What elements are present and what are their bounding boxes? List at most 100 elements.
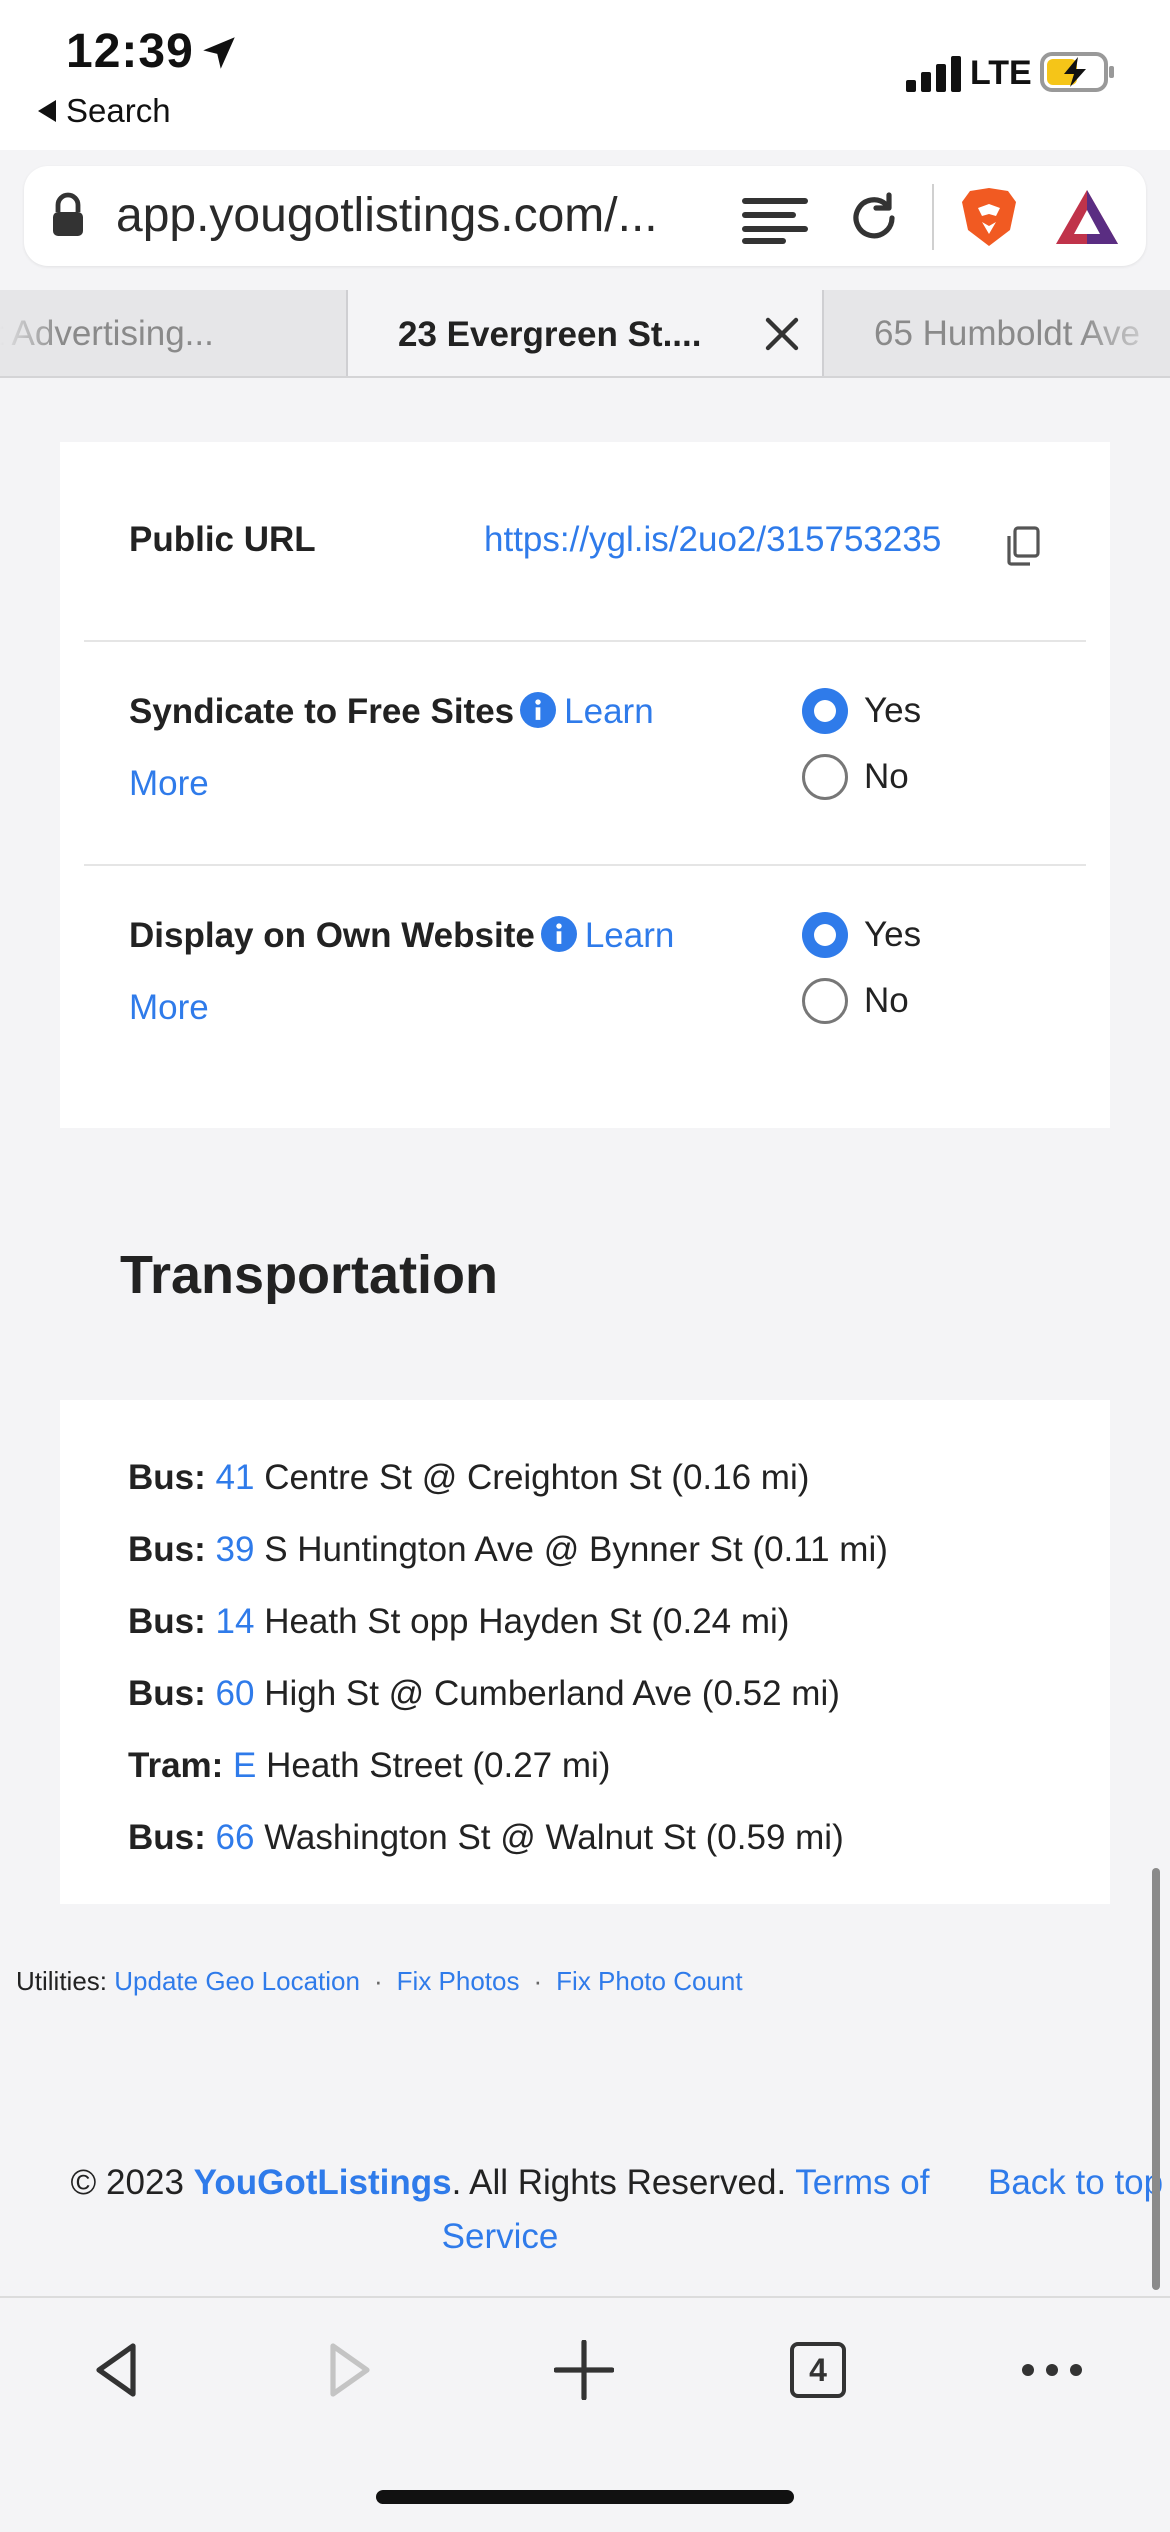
display-radio-group: Yes No xyxy=(802,902,921,1034)
back-to-search-button[interactable]: Search xyxy=(38,92,171,130)
display-label-text: Display on Own Website xyxy=(129,916,535,955)
list-item: Bus: 41 Centre St @ Creighton St (0.16 m… xyxy=(128,1442,888,1514)
stop-description: S Huntington Ave @ Bynner St (0.11 mi) xyxy=(264,1530,888,1569)
list-item: Bus: 14 Heath St opp Hayden St (0.24 mi) xyxy=(128,1586,888,1658)
forward-arrow-icon xyxy=(330,2343,370,2397)
radio-label: Yes xyxy=(864,691,922,730)
display-own-website-label: Display on Own Website Learn More xyxy=(129,900,729,1044)
more-menu-button[interactable] xyxy=(1012,2330,1092,2410)
stop-description: Centre St @ Creighton St (0.16 mi) xyxy=(264,1458,810,1497)
utilities-bar: Utilities: Update Geo Location · Fix Photo… xyxy=(16,1966,743,1997)
url-text[interactable]: app.yougotlistings.com/... xyxy=(116,188,658,243)
radio-label: No xyxy=(864,981,909,1020)
plus-icon xyxy=(554,2340,614,2400)
back-to-search-label: Search xyxy=(66,92,171,129)
route-link[interactable]: 41 xyxy=(216,1458,255,1497)
list-item: Bus: 60 High St @ Cumberland Ave (0.52 m… xyxy=(128,1658,888,1730)
page-scrollbar[interactable] xyxy=(1152,1868,1160,2290)
syndicate-label-text: Syndicate to Free Sites xyxy=(129,692,515,731)
fix-photos-link[interactable]: Fix Photos xyxy=(397,1966,520,1996)
stop-description: Washington St @ Walnut St (0.59 mi) xyxy=(264,1818,844,1857)
back-to-top-link[interactable]: Back to top xyxy=(988,2156,1163,2210)
transportation-heading: Transportation xyxy=(120,1245,499,1305)
copyright-prefix: © 2023 xyxy=(70,2163,184,2202)
cell-signal-icon xyxy=(906,56,961,92)
home-indicator[interactable] xyxy=(376,2490,794,2504)
public-url-link[interactable]: https://ygl.is/2uo2/315753235 xyxy=(484,504,941,576)
transportation-card: Bus: 41 Centre St @ Creighton St (0.16 m… xyxy=(60,1400,1110,1904)
separator: · xyxy=(373,1966,383,1996)
brave-shields-icon[interactable] xyxy=(960,186,1018,248)
stop-description: High St @ Cumberland Ave (0.52 mi) xyxy=(264,1674,840,1713)
syndicate-more-link[interactable]: More xyxy=(129,748,729,820)
utilities-label: Utilities: xyxy=(16,1966,108,1996)
update-geo-location-link[interactable]: Update Geo Location xyxy=(114,1966,360,1996)
address-bar[interactable]: app.yougotlistings.com/... xyxy=(24,166,1146,266)
list-item: Bus: 39 S Huntington Ave @ Bynner St (0.… xyxy=(128,1514,888,1586)
radio-selected-icon[interactable] xyxy=(802,912,848,958)
tab-label: 65 Humboldt Ave xyxy=(874,314,1140,353)
info-icon[interactable] xyxy=(520,692,557,728)
forward-button[interactable] xyxy=(310,2330,390,2410)
network-type: LTE xyxy=(970,54,1032,92)
list-item: Bus: 66 Washington St @ Walnut St (0.59 … xyxy=(128,1802,888,1874)
new-tab-button[interactable] xyxy=(544,2330,624,2410)
transport-mode: Bus: xyxy=(128,1530,206,1569)
syndicate-label: Syndicate to Free Sites Learn More xyxy=(129,676,729,820)
syndicate-radio-group: Yes No xyxy=(802,678,921,810)
route-link[interactable]: 60 xyxy=(216,1674,255,1713)
copy-icon[interactable] xyxy=(1006,526,1040,566)
copyright-notice: © 2023 YouGotListings. All Rights Reserv… xyxy=(50,2156,950,2264)
transport-mode: Bus: xyxy=(128,1674,206,1713)
reader-menu-icon[interactable] xyxy=(742,196,808,244)
list-item: Tram: E Heath Street (0.27 mi) xyxy=(128,1730,888,1802)
tab-advertising[interactable]: t Advertising... xyxy=(0,290,344,376)
transport-mode: Tram: xyxy=(128,1746,224,1785)
more-dots-icon xyxy=(1022,2364,1082,2376)
syndicate-no-radio[interactable]: No xyxy=(802,744,921,810)
status-bar: 12:39 Search LTE xyxy=(0,0,1170,150)
route-link[interactable]: 66 xyxy=(216,1818,255,1857)
separator: · xyxy=(533,1966,543,1996)
tab-switcher-button[interactable]: 4 xyxy=(778,2330,858,2410)
address-bar-area: app.yougotlistings.com/... xyxy=(0,150,1170,290)
tab-count-badge: 4 xyxy=(790,2342,846,2398)
syndicate-learn-more-link[interactable]: Learn xyxy=(564,692,654,731)
brave-rewards-icon[interactable] xyxy=(1054,188,1120,246)
brand-link[interactable]: YouGotListings xyxy=(194,2163,452,2202)
tab-23-evergreen[interactable]: 23 Evergreen St.... xyxy=(346,290,824,376)
tab-label: 23 Evergreen St.... xyxy=(398,315,702,354)
radio-selected-icon[interactable] xyxy=(802,688,848,734)
route-link[interactable]: 39 xyxy=(216,1530,255,1569)
info-icon[interactable] xyxy=(540,916,577,952)
fix-photo-count-link[interactable]: Fix Photo Count xyxy=(556,1966,742,1996)
close-tab-icon[interactable] xyxy=(764,316,800,352)
listing-settings-card: Public URL https://ygl.is/2uo2/315753235… xyxy=(60,442,1110,1128)
display-learn-more-link[interactable]: Learn xyxy=(585,916,675,955)
back-triangle-icon xyxy=(38,100,56,122)
address-bar-divider xyxy=(932,184,934,250)
route-link[interactable]: 14 xyxy=(216,1602,255,1641)
reload-icon[interactable] xyxy=(848,192,900,244)
transport-mode: Bus: xyxy=(128,1602,206,1641)
battery-charging-icon xyxy=(1040,52,1114,92)
radio-unselected-icon[interactable] xyxy=(802,978,848,1024)
syndicate-row: Syndicate to Free Sites Learn More Yes No xyxy=(84,642,1086,866)
transportation-list: Bus: 41 Centre St @ Creighton St (0.16 m… xyxy=(128,1442,888,1874)
radio-unselected-icon[interactable] xyxy=(802,754,848,800)
display-own-website-row: Display on Own Website Learn More Yes No xyxy=(84,866,1086,1090)
radio-label: Yes xyxy=(864,915,922,954)
display-no-radio[interactable]: No xyxy=(802,968,921,1034)
syndicate-yes-radio[interactable]: Yes xyxy=(802,678,921,744)
route-link[interactable]: E xyxy=(233,1746,256,1785)
back-button[interactable] xyxy=(76,2330,156,2410)
stop-description: Heath St opp Hayden St (0.24 mi) xyxy=(264,1602,790,1641)
display-more-link[interactable]: More xyxy=(129,972,729,1044)
tab-65-humboldt[interactable]: 65 Humboldt Ave xyxy=(826,290,1170,376)
stop-description: Heath Street (0.27 mi) xyxy=(266,1746,611,1785)
location-arrow-icon xyxy=(203,37,235,69)
display-yes-radio[interactable]: Yes xyxy=(802,902,921,968)
transport-mode: Bus: xyxy=(128,1458,206,1497)
radio-label: No xyxy=(864,757,909,796)
tab-strip: t Advertising... 23 Evergreen St.... 65 … xyxy=(0,290,1170,378)
